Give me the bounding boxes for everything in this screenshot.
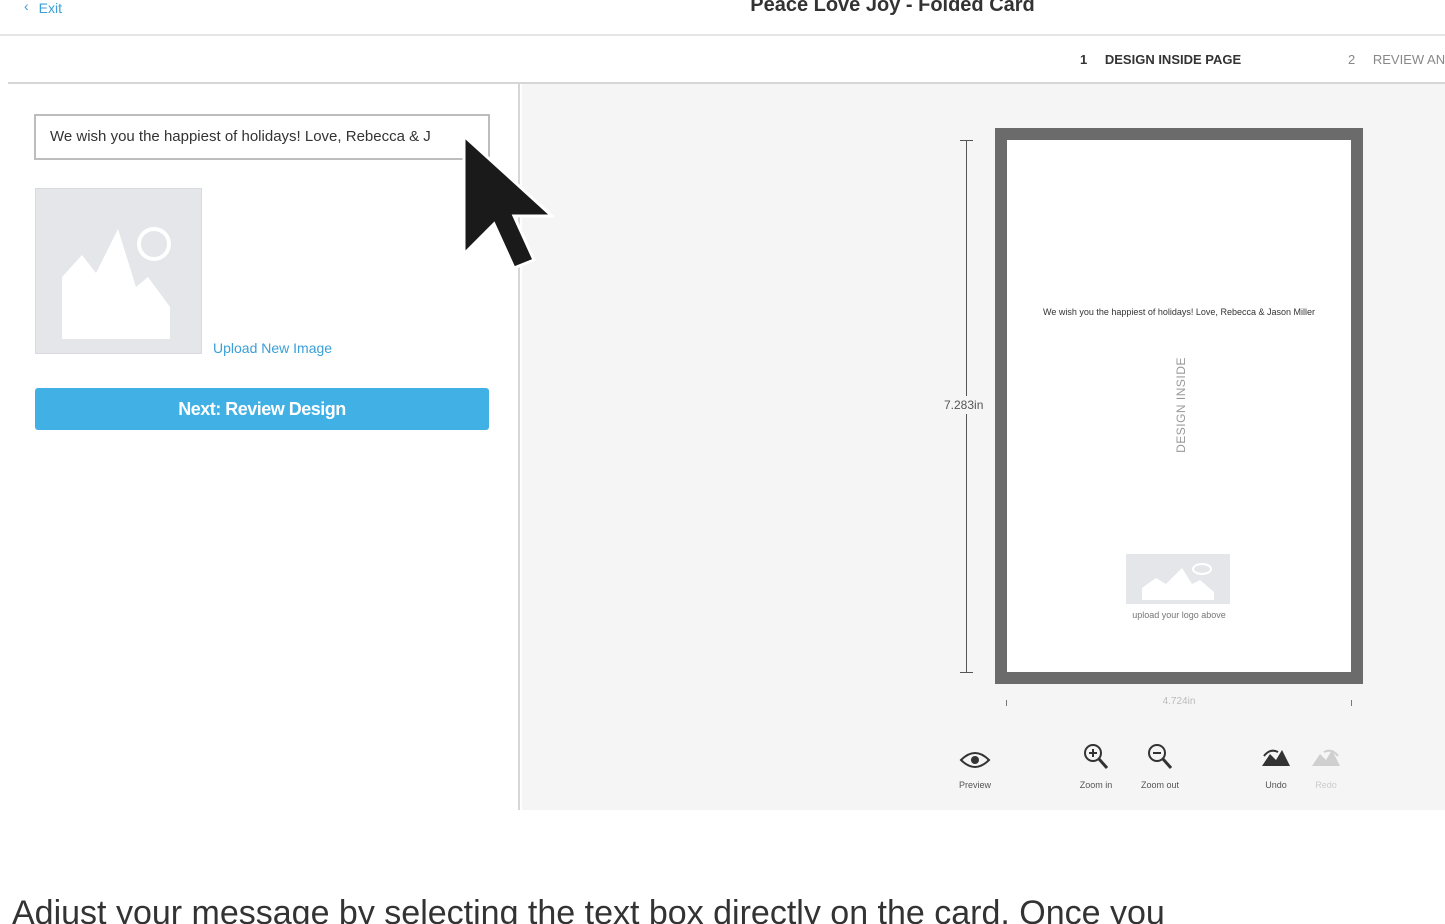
image-placeholder[interactable] xyxy=(35,188,202,354)
width-dimension-tick xyxy=(1351,700,1352,706)
zoom-out-label: Zoom out xyxy=(1140,780,1180,790)
step-label: REVIEW AND xyxy=(1372,52,1445,67)
next-review-design-button[interactable]: Next: Review Design xyxy=(35,388,489,430)
redo-icon xyxy=(1296,742,1356,774)
height-dimension-cap xyxy=(960,672,973,673)
zoom-in-icon xyxy=(1066,742,1126,774)
height-dimension-label: 7.283in xyxy=(944,396,984,414)
instruction-caption: Adjust your message by selecting the tex… xyxy=(12,894,1165,924)
card-message-text[interactable]: We wish you the happiest of holidays! Lo… xyxy=(1017,306,1341,319)
zoom-out-button[interactable]: Zoom out xyxy=(1130,742,1190,790)
width-dimension: 4.724in xyxy=(1006,696,1352,710)
top-bar: ‹ Exit Peace Love Joy - Folded Card xyxy=(0,0,1445,36)
preview-label: Preview xyxy=(958,780,991,790)
height-dimension-cap xyxy=(960,140,973,141)
design-inside-label: DESIGN INSIDE xyxy=(1171,350,1191,460)
steps-bar: 1 DESIGN INSIDE PAGE 2 REVIEW AND xyxy=(8,36,1445,84)
logo-caption: upload your logo above xyxy=(1132,610,1226,620)
image-placeholder-icon xyxy=(62,227,171,339)
editor-panel: We wish you the happiest of holidays! Lo… xyxy=(8,84,520,810)
preview-button[interactable]: Preview xyxy=(945,742,1005,790)
zoom-out-icon xyxy=(1130,742,1190,774)
logo-placeholder[interactable] xyxy=(1126,554,1230,604)
step-review[interactable]: 2 REVIEW AND xyxy=(1348,52,1445,67)
redo-button[interactable]: Redo xyxy=(1296,742,1356,790)
step-number: 2 xyxy=(1348,52,1356,67)
step-label: DESIGN INSIDE PAGE xyxy=(1104,52,1242,67)
step-number: 1 xyxy=(1080,52,1088,67)
message-input[interactable]: We wish you the happiest of holidays! Lo… xyxy=(34,114,490,160)
upload-image-link[interactable]: Upload New Image xyxy=(213,340,332,356)
design-canvas: 7.283in We wish you the happiest of holi… xyxy=(522,84,1445,810)
card-preview: We wish you the happiest of holidays! Lo… xyxy=(995,128,1363,684)
eye-icon xyxy=(945,742,1005,774)
zoom-in-button[interactable]: Zoom in xyxy=(1066,742,1126,790)
step-design-inside[interactable]: 1 DESIGN INSIDE PAGE xyxy=(1080,52,1241,67)
width-dimension-label: 4.724in xyxy=(1162,696,1196,707)
design-inside-text: DESIGN INSIDE xyxy=(1174,357,1188,453)
canvas-toolbar: Preview Zoom in Zoom out Undo Redo xyxy=(522,734,1445,804)
zoom-in-label: Zoom in xyxy=(1079,780,1113,790)
page-title: Peace Love Joy - Folded Card xyxy=(750,0,1035,16)
card-inside-page[interactable]: We wish you the happiest of holidays! Lo… xyxy=(1007,140,1351,672)
page: ‹ Exit Peace Love Joy - Folded Card 1 DE… xyxy=(0,0,1445,924)
message-input-value: We wish you the happiest of holidays! Lo… xyxy=(50,128,431,145)
redo-label: Redo xyxy=(1315,780,1337,790)
logo-placeholder-icon xyxy=(1142,563,1214,600)
